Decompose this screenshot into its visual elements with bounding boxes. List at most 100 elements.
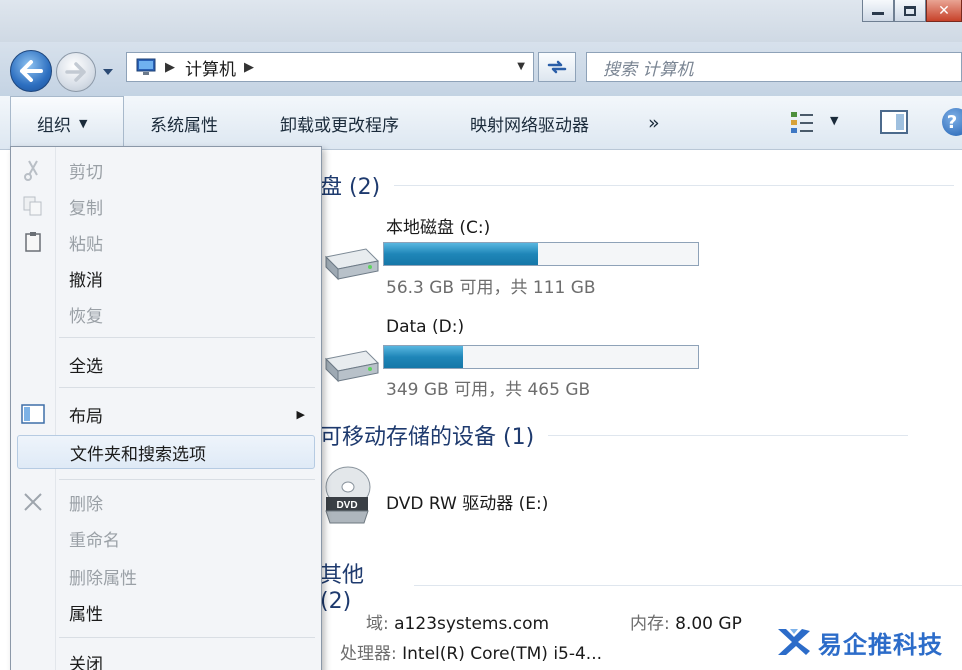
menu-item-label: 恢复 xyxy=(69,306,103,327)
drive-c-usage-fill xyxy=(384,243,538,265)
hard-drive-icon xyxy=(324,248,380,281)
memory-label: 内存: xyxy=(630,614,670,634)
chevron-down-icon: ▼ xyxy=(79,117,88,130)
menu-item-layout[interactable]: 布局 ▶ xyxy=(11,397,321,431)
close-window-button[interactable]: ✕ xyxy=(926,0,962,22)
organize-label: 组织 xyxy=(37,116,71,136)
menu-item-select-all[interactable]: 全选 xyxy=(11,347,321,381)
domain-detail: 域: a123systems.com xyxy=(366,609,549,634)
title-bar: ✕ xyxy=(0,0,962,42)
watermark: 易企推科技 xyxy=(776,622,962,662)
menu-item-remove-properties[interactable]: 删除属性 xyxy=(11,559,321,593)
group-title: 盘 (2) xyxy=(320,175,381,200)
forward-button[interactable] xyxy=(56,52,96,92)
menu-item-label: 全选 xyxy=(69,356,103,377)
watermark-text: 易企推科技 xyxy=(818,630,943,659)
menu-item-copy[interactable]: 复制 xyxy=(11,189,321,223)
menu-separator xyxy=(59,637,315,638)
menu-separator xyxy=(59,479,315,480)
drive-d-usage-fill xyxy=(384,346,463,368)
address-bar[interactable]: ▶ 计算机 ▶ ▼ xyxy=(126,52,534,82)
delete-x-icon xyxy=(21,490,45,514)
back-arrow-icon xyxy=(20,60,43,82)
processor-label: 处理器: xyxy=(340,644,397,664)
menu-item-folder-options[interactable]: 文件夹和搜索选项 xyxy=(17,435,315,469)
system-properties-button[interactable]: 系统属性 xyxy=(150,96,218,150)
menu-item-redo[interactable]: 恢复 xyxy=(11,297,321,331)
domain-value: a123systems.com xyxy=(394,614,550,634)
refresh-button[interactable] xyxy=(538,52,576,82)
drive-d-free-space: 349 GB 可用，共 465 GB xyxy=(386,380,591,400)
menu-item-close[interactable]: 关闭 xyxy=(11,645,321,670)
menu-item-label: 剪切 xyxy=(69,162,103,183)
help-icon[interactable]: ? xyxy=(942,108,962,136)
processor-detail: 处理器: Intel(R) Core(TM) i5-4... xyxy=(340,639,602,664)
navigation-bar: ▶ 计算机 ▶ ▼ 搜索 计算机 xyxy=(0,42,962,96)
domain-label: 域: xyxy=(366,614,389,634)
drive-c-name[interactable]: 本地磁盘 (C:) xyxy=(386,213,490,238)
menu-item-label: 重命名 xyxy=(69,530,120,551)
group-divider xyxy=(548,434,909,436)
organize-menu: 剪切 复制 粘贴 撤消 恢复 全选 布局 ▶ 文件夹和搜索选项 删除 重命名 删… xyxy=(10,146,322,670)
maximize-button[interactable] xyxy=(894,0,926,22)
submenu-arrow-icon: ▶ xyxy=(296,407,305,421)
window-controls: ✕ xyxy=(862,0,962,24)
clipboard-icon xyxy=(21,230,45,254)
watermark-logo xyxy=(778,629,810,655)
preview-pane-icon[interactable] xyxy=(880,110,908,134)
menu-item-paste[interactable]: 粘贴 xyxy=(11,225,321,259)
menu-separator xyxy=(59,387,315,388)
forward-arrow-icon xyxy=(65,62,86,82)
menu-item-label: 属性 xyxy=(69,604,103,625)
drive-c-free-space: 56.3 GB 可用，共 111 GB xyxy=(386,278,596,298)
organize-button[interactable]: 组织 ▼ xyxy=(10,96,124,150)
svg-text:DVD: DVD xyxy=(336,500,357,511)
menu-item-label: 复制 xyxy=(69,198,103,219)
menu-item-label: 布局 xyxy=(69,406,103,427)
menu-item-label: 删除 xyxy=(69,494,103,515)
copy-icon xyxy=(21,194,45,218)
group-divider xyxy=(414,585,962,586)
view-options-dropdown-icon[interactable]: ▼ xyxy=(830,114,838,127)
close-icon: ✕ xyxy=(938,2,950,19)
search-placeholder: 搜索 计算机 xyxy=(603,59,694,80)
minimize-icon xyxy=(872,12,884,15)
menu-item-cut[interactable]: 剪切 xyxy=(11,153,321,187)
maximize-icon xyxy=(904,5,916,16)
scissors-icon xyxy=(21,158,45,182)
uninstall-program-button[interactable]: 卸载或更改程序 xyxy=(280,96,399,150)
drive-d-name[interactable]: Data (D:) xyxy=(386,317,464,337)
group-header-hard-disks[interactable]: 盘 (2) xyxy=(320,169,955,201)
menu-separator xyxy=(59,337,315,338)
minimize-button[interactable] xyxy=(862,0,894,22)
refresh-icon xyxy=(547,60,567,74)
breadcrumb-computer[interactable]: 计算机 xyxy=(185,55,236,80)
drive-c-usage-bar xyxy=(383,242,699,266)
group-title: 其他 (2) xyxy=(320,563,365,614)
memory-value: 8.00 GP xyxy=(675,614,742,634)
back-button[interactable] xyxy=(10,50,52,92)
layout-icon xyxy=(21,402,45,426)
processor-value: Intel(R) Core(TM) i5-4... xyxy=(402,644,603,664)
group-title: 可移动存储的设备 (1) xyxy=(320,425,535,450)
drive-d-usage-bar xyxy=(383,345,699,369)
menu-item-undo[interactable]: 撤消 xyxy=(11,261,321,295)
dvd-drive-name[interactable]: DVD RW 驱动器 (E:) xyxy=(386,489,548,514)
menu-item-label: 撤消 xyxy=(69,270,103,291)
menu-item-rename[interactable]: 重命名 xyxy=(11,521,321,555)
menu-item-label: 关闭 xyxy=(69,654,103,670)
address-dropdown-icon[interactable]: ▼ xyxy=(517,61,525,72)
change-view-icon[interactable] xyxy=(790,110,814,134)
menu-item-delete[interactable]: 删除 xyxy=(11,485,321,519)
more-commands-button[interactable]: » xyxy=(648,96,660,150)
group-header-removable[interactable]: 可移动存储的设备 (1) xyxy=(320,419,909,451)
map-network-drive-button[interactable]: 映射网络驱动器 xyxy=(470,96,589,150)
hard-drive-icon xyxy=(324,350,380,383)
memory-detail: 内存: 8.00 GP xyxy=(630,609,742,634)
menu-item-label: 粘贴 xyxy=(69,234,103,255)
recent-pages-dropdown[interactable] xyxy=(100,64,116,80)
search-input[interactable]: 搜索 计算机 xyxy=(586,52,962,82)
menu-item-properties[interactable]: 属性 xyxy=(11,595,321,629)
group-header-other[interactable]: 其他 (2) xyxy=(320,557,962,614)
dvd-drive-icon: DVD xyxy=(325,466,371,524)
